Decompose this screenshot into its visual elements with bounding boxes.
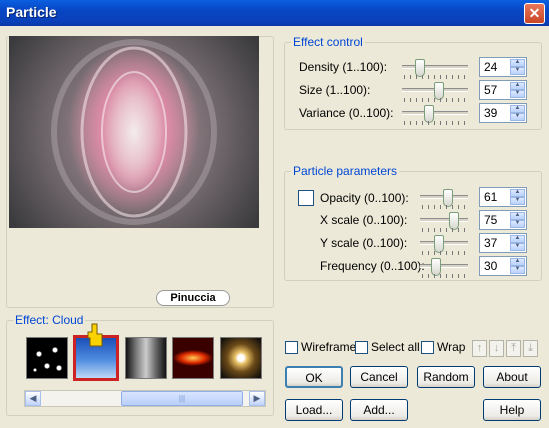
preview-swirl — [51, 39, 217, 225]
window-title: Particle — [6, 4, 57, 20]
move-down-icon[interactable]: ↓ — [489, 340, 504, 357]
scroll-thumb[interactable]: ||| — [121, 391, 243, 406]
opacity-up-icon[interactable]: ▲ — [510, 189, 525, 197]
ok-button[interactable]: OK — [285, 366, 343, 388]
move-up-icon[interactable]: ↑ — [472, 340, 487, 357]
scroll-left-icon[interactable]: ◀ — [25, 391, 41, 406]
variance-value[interactable]: 39 — [484, 106, 497, 120]
gallery-scrollbar[interactable]: ◀ ||| ▶ — [24, 390, 266, 407]
density-up-icon[interactable]: ▲ — [510, 59, 525, 67]
frequency-label: Frequency (0..100): — [320, 259, 425, 273]
size-down-icon[interactable]: ▼ — [510, 90, 525, 98]
effect-thumb-smoke[interactable] — [125, 337, 167, 379]
size-up-icon[interactable]: ▲ — [510, 82, 525, 90]
load-button[interactable]: Load... — [285, 399, 343, 421]
size-value[interactable]: 57 — [484, 83, 497, 97]
move-top-icon[interactable]: ⤒ — [506, 340, 521, 357]
opacity-slider[interactable] — [420, 189, 468, 207]
x-scale-label: X scale (0..100): — [320, 213, 408, 227]
size-spin[interactable]: 57 ▲ ▼ — [479, 80, 527, 100]
opacity-down-icon[interactable]: ▼ — [510, 197, 525, 205]
opacity-ticks — [422, 205, 468, 209]
random-button[interactable]: Random — [417, 366, 475, 388]
y-scale-spin[interactable]: 37 ▲ ▼ — [479, 233, 527, 253]
density-down-icon[interactable]: ▼ — [510, 67, 525, 75]
frequency-slider[interactable] — [420, 258, 468, 276]
effect-thumb-star[interactable] — [220, 337, 262, 379]
watermark-stamp: Pinuccia — [156, 290, 230, 306]
cancel-button[interactable]: Cancel — [350, 366, 408, 388]
x-scale-ticks — [422, 228, 468, 232]
x-scale-slider[interactable] — [420, 212, 468, 230]
y-scale-value[interactable]: 37 — [484, 236, 497, 250]
frequency-spin[interactable]: 30 ▲ ▼ — [479, 256, 527, 276]
variance-slider[interactable] — [402, 105, 468, 123]
pointer-hand-icon — [87, 323, 103, 347]
x-scale-up-icon[interactable]: ▲ — [510, 212, 525, 220]
y-scale-slider[interactable] — [420, 235, 468, 253]
y-scale-down-icon[interactable]: ▼ — [510, 243, 525, 251]
move-bottom-icon[interactable]: ⤓ — [523, 340, 538, 357]
x-scale-down-icon[interactable]: ▼ — [510, 220, 525, 228]
particle-dialog: Particle ✕ Pinuccia Effect control Densi… — [0, 0, 549, 428]
variance-ticks — [404, 121, 468, 125]
variance-spin[interactable]: 39 ▲ ▼ — [479, 103, 527, 123]
scroll-right-icon[interactable]: ▶ — [249, 391, 265, 406]
density-spin[interactable]: 24 ▲ ▼ — [479, 57, 527, 77]
add-button[interactable]: Add... — [350, 399, 408, 421]
wrap-label[interactable]: Wrap — [437, 340, 465, 354]
frequency-ticks — [422, 274, 468, 278]
frequency-value[interactable]: 30 — [484, 259, 497, 273]
wrap-checkbox[interactable] — [421, 341, 434, 354]
wireframe-label[interactable]: Wireframe — [301, 340, 356, 354]
x-scale-spin[interactable]: 75 ▲ ▼ — [479, 210, 527, 230]
title-bar[interactable]: Particle ✕ — [0, 0, 549, 26]
opacity-checkbox[interactable] — [298, 190, 314, 206]
density-slider[interactable] — [402, 59, 468, 77]
y-scale-ticks — [422, 251, 468, 255]
effect-thumb-dust[interactable] — [26, 337, 68, 379]
opacity-spin[interactable]: 61 ▲ ▼ — [479, 187, 527, 207]
size-ticks — [404, 98, 468, 102]
variance-label: Variance (0..100): — [299, 106, 394, 120]
y-scale-label: Y scale (0..100): — [320, 236, 408, 250]
x-scale-value[interactable]: 75 — [484, 213, 497, 227]
variance-down-icon[interactable]: ▼ — [510, 113, 525, 121]
help-button[interactable]: Help — [483, 399, 541, 421]
effect-thumb-fire[interactable] — [172, 337, 214, 379]
size-slider[interactable] — [402, 82, 468, 100]
wireframe-checkbox[interactable] — [285, 341, 298, 354]
variance-up-icon[interactable]: ▲ — [510, 105, 525, 113]
opacity-label: Opacity (0..100): — [320, 191, 409, 205]
opacity-value[interactable]: 61 — [484, 190, 497, 204]
preview-image — [9, 36, 259, 228]
y-scale-up-icon[interactable]: ▲ — [510, 235, 525, 243]
frequency-down-icon[interactable]: ▼ — [510, 266, 525, 274]
close-icon: ✕ — [528, 5, 541, 21]
particle-parameters-title: Particle parameters — [291, 164, 400, 178]
size-label: Size (1..100): — [299, 83, 371, 97]
select-all-checkbox[interactable] — [355, 341, 368, 354]
density-value[interactable]: 24 — [484, 60, 497, 74]
density-label: Density (1..100): — [299, 60, 388, 74]
select-all-label[interactable]: Select all — [371, 340, 420, 354]
effect-gallery-title: Effect: Cloud — [13, 313, 86, 327]
effect-control-title: Effect control — [291, 35, 365, 49]
close-button[interactable]: ✕ — [524, 3, 545, 24]
density-ticks — [404, 75, 468, 79]
frequency-up-icon[interactable]: ▲ — [510, 258, 525, 266]
about-button[interactable]: About — [483, 366, 541, 388]
